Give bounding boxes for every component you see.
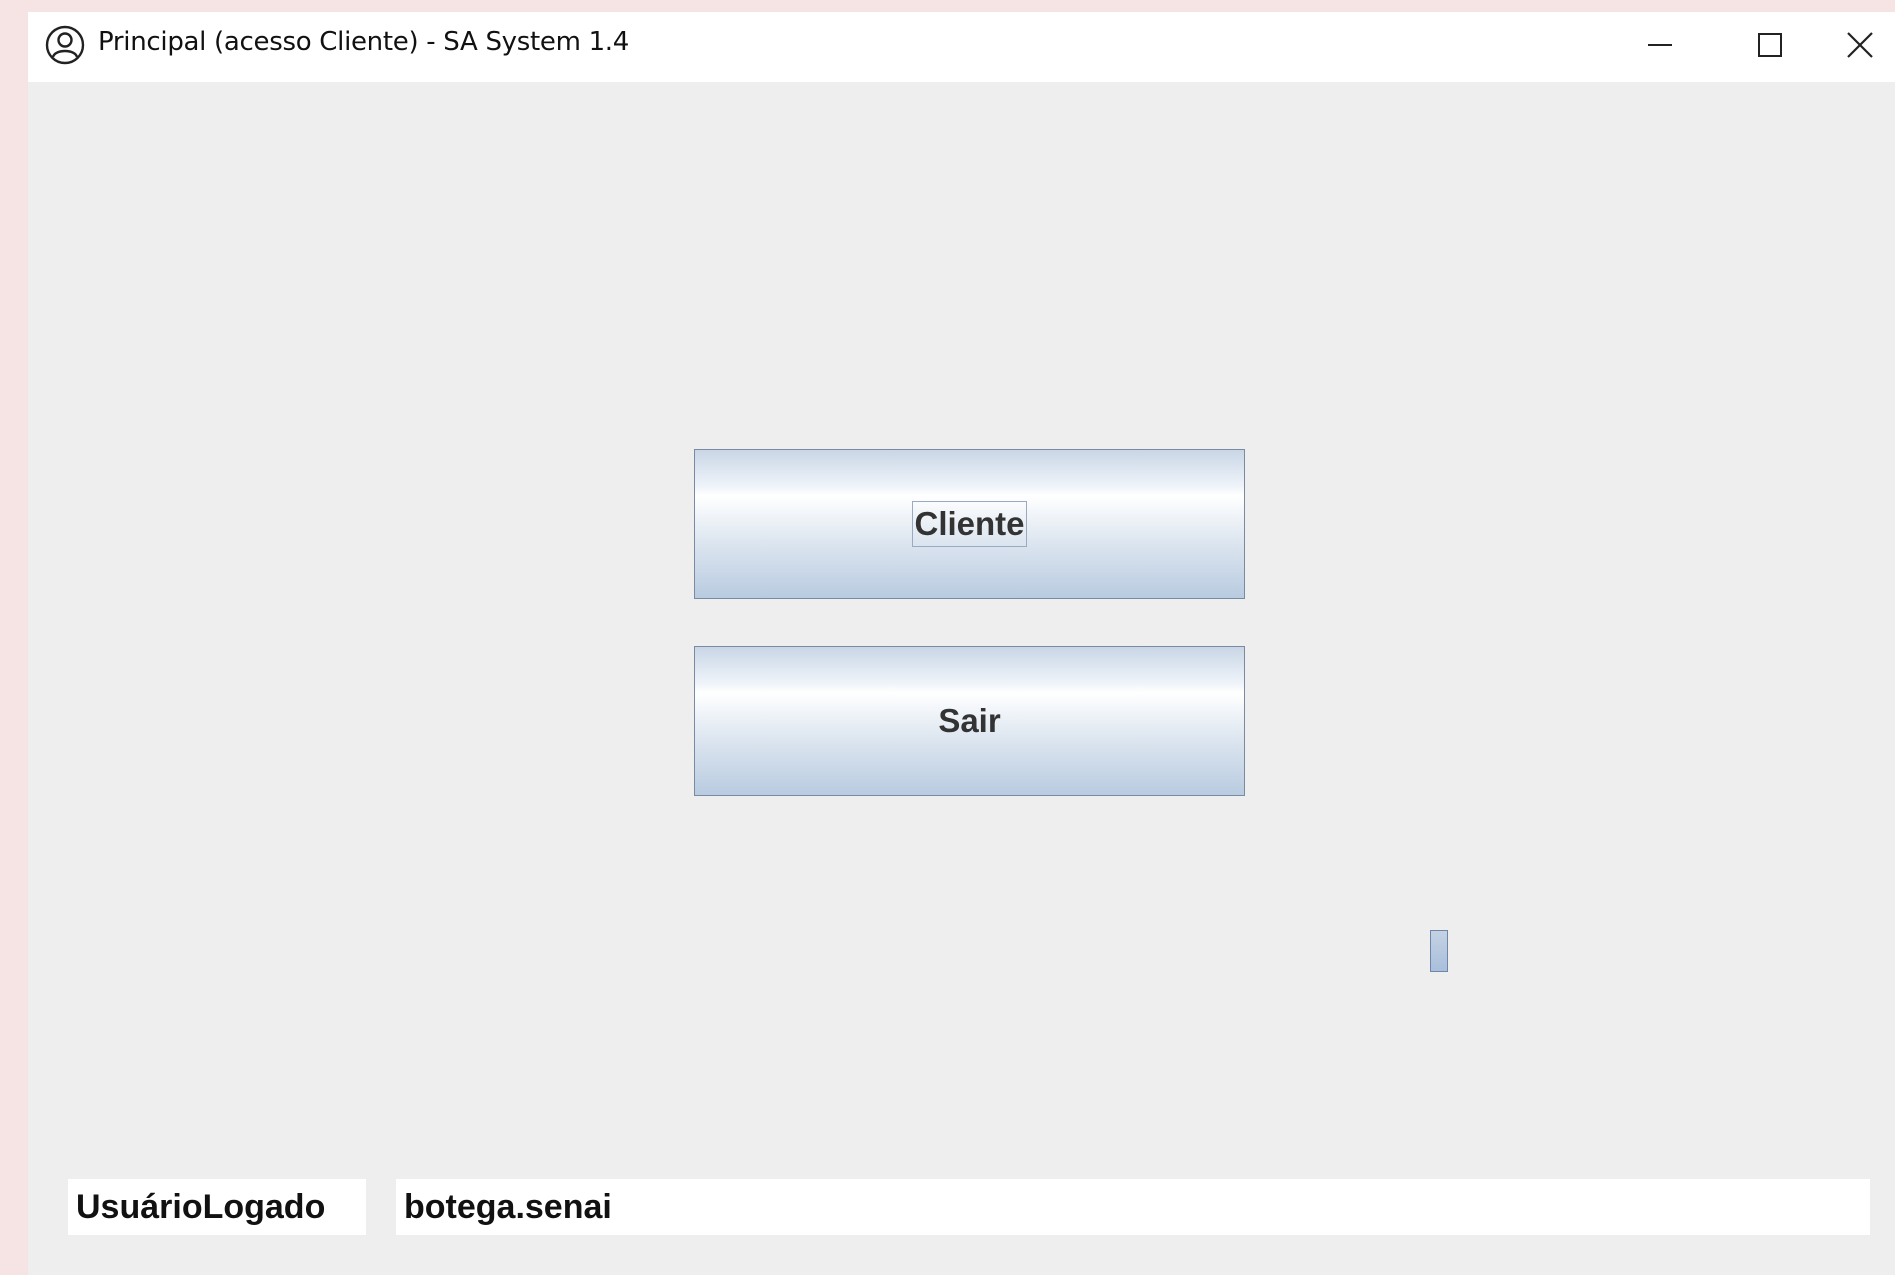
sair-button-label: Sair: [938, 702, 1001, 739]
main-window: Principal (acesso Cliente) - SA System 1…: [28, 12, 1895, 1275]
user-circle-icon: [44, 24, 86, 66]
sair-button[interactable]: Sair: [694, 646, 1245, 796]
close-button[interactable]: [1825, 12, 1895, 82]
cliente-button[interactable]: Cliente: [694, 449, 1245, 599]
maximize-icon: [1757, 32, 1783, 63]
cliente-button-label: Cliente: [912, 501, 1027, 547]
close-icon: [1846, 31, 1874, 64]
minimize-icon: [1647, 32, 1673, 63]
logged-user-value: botega.senai: [396, 1179, 1870, 1235]
title-bar[interactable]: Principal (acesso Cliente) - SA System 1…: [28, 12, 1895, 82]
maximize-button[interactable]: [1715, 12, 1825, 82]
window-title: Principal (acesso Cliente) - SA System 1…: [98, 27, 630, 57]
logged-user-label: UsuárioLogado: [68, 1179, 366, 1235]
minimize-button[interactable]: [1605, 12, 1715, 82]
small-button[interactable]: [1430, 930, 1448, 972]
